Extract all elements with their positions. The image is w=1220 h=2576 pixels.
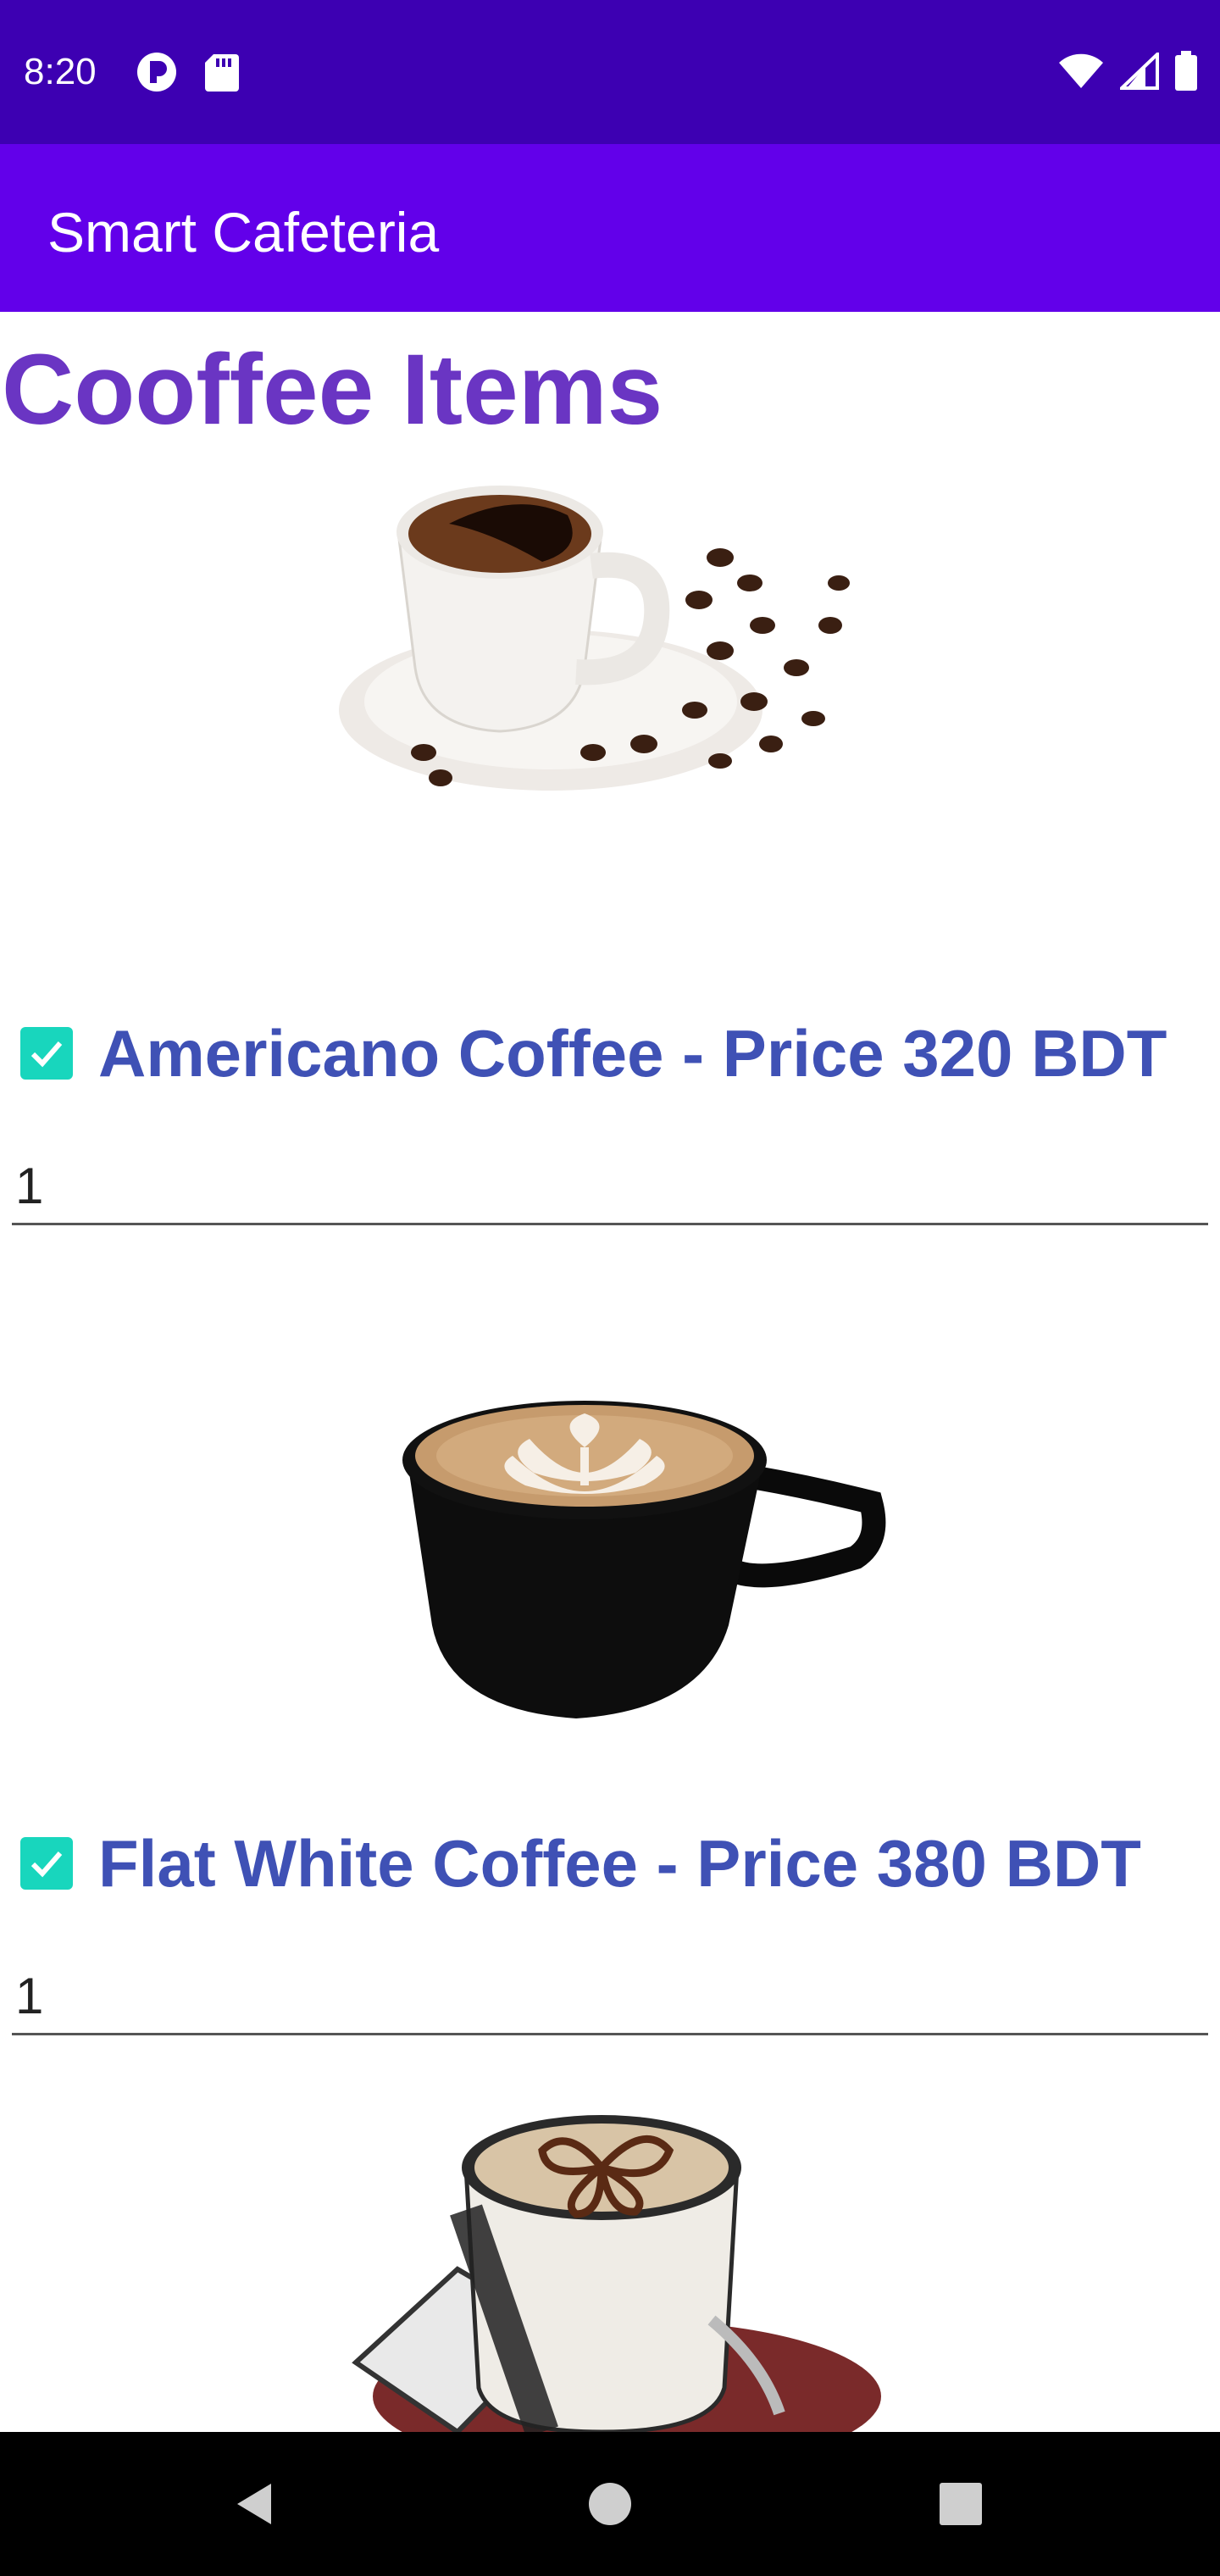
back-icon[interactable] <box>203 2432 305 2576</box>
navigation-bar <box>0 2432 1220 2576</box>
circle-p-icon <box>136 51 178 97</box>
americano-quantity-input[interactable] <box>12 1132 1208 1225</box>
cell-signal-icon <box>1117 50 1159 94</box>
sd-card-icon <box>203 51 241 97</box>
recents-icon[interactable] <box>910 2432 1012 2576</box>
home-icon[interactable] <box>559 2432 661 2576</box>
status-time: 8:20 <box>24 51 97 92</box>
coffee-list[interactable]: Cooffee Items Americano Coffee - Price 3… <box>0 312 1220 2432</box>
section-title: Cooffee Items <box>2 334 663 446</box>
status-right-icons <box>1057 50 1198 96</box>
americano-checkbox[interactable] <box>20 1027 73 1080</box>
flat-white-checkbox[interactable] <box>20 1837 73 1890</box>
status-left-icons <box>136 51 241 97</box>
flat-white-checkbox-row[interactable]: Flat White Coffee - Price 380 BDT <box>20 1817 1141 1910</box>
flat-white-label: Flat White Coffee - Price 380 BDT <box>98 1826 1141 1901</box>
battery-icon <box>1174 51 1198 96</box>
app-title: Smart Cafeteria <box>47 201 440 264</box>
status-bar: 8:20 <box>0 0 1220 144</box>
flat-white-quantity-input[interactable] <box>12 1942 1208 2035</box>
cappuccino-image <box>322 2108 915 2432</box>
americano-checkbox-row[interactable]: Americano Coffee - Price 320 BDT <box>20 1007 1167 1100</box>
americano-image <box>322 456 915 820</box>
americano-label: Americano Coffee - Price 320 BDT <box>98 1016 1167 1091</box>
app-bar: Smart Cafeteria <box>0 144 1220 312</box>
flat-white-image <box>322 1346 915 1718</box>
wifi-icon <box>1057 53 1105 94</box>
